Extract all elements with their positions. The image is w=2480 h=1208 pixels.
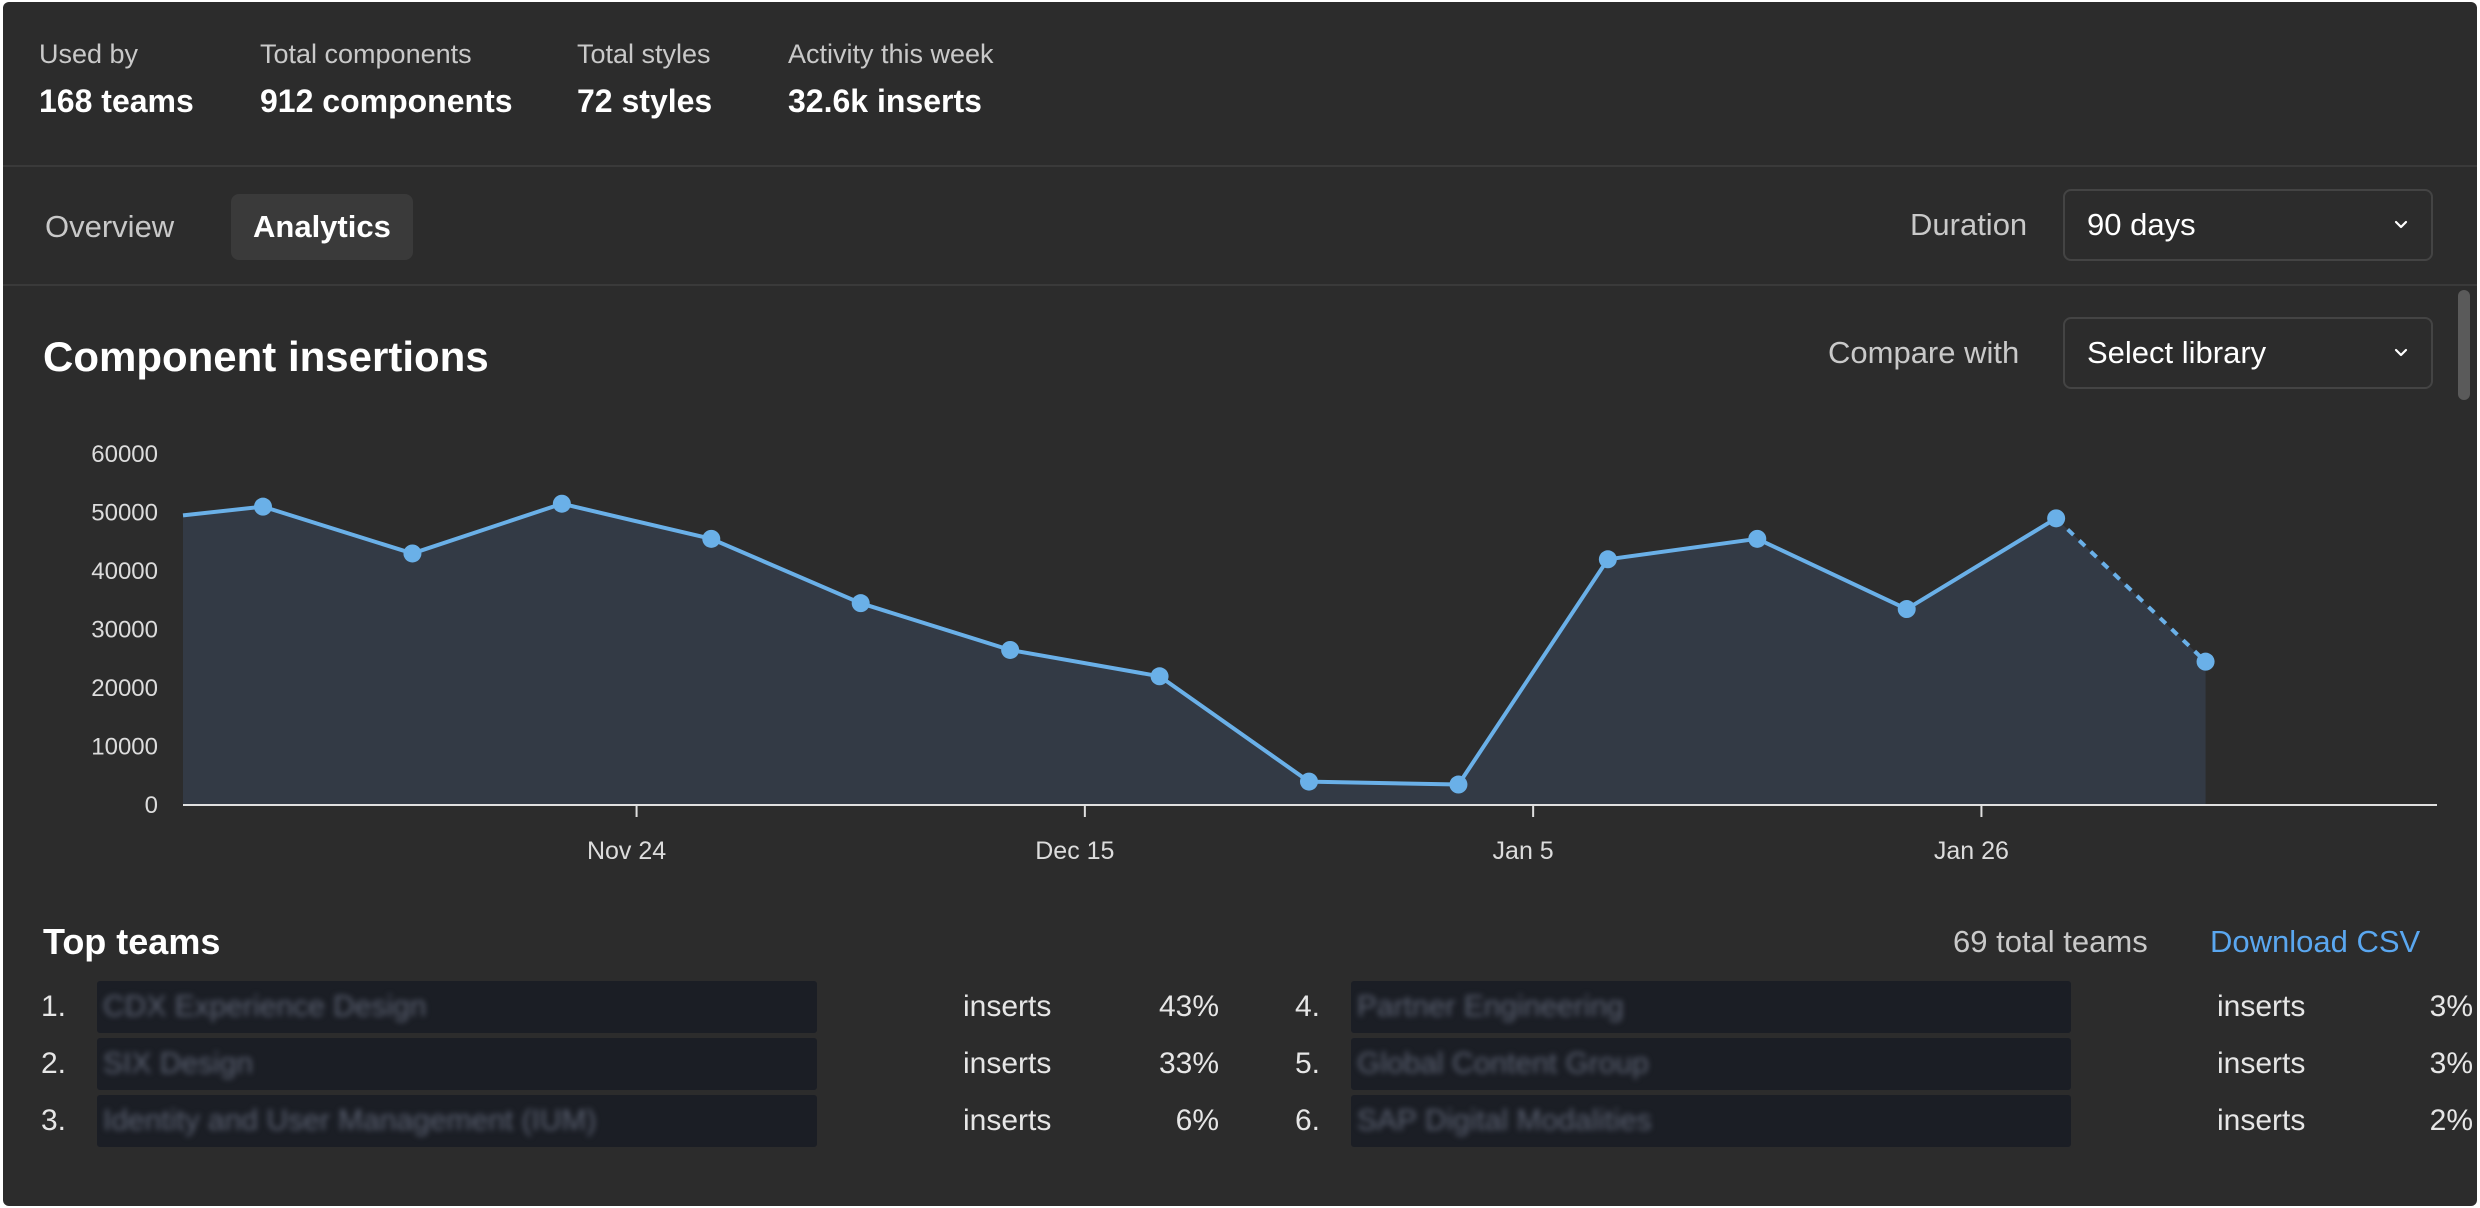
team-row: 3. Identity and User Management (IUM) inse…: [41, 1095, 1221, 1147]
data-point: [1598, 550, 1617, 569]
team-rank: 5.: [1295, 1047, 1321, 1080]
team-name-redacted: SIX Design: [97, 1038, 817, 1090]
team-rank: 3.: [41, 1104, 67, 1137]
stat-value: 72 styles: [577, 83, 713, 119]
duration-value: 90 days: [2087, 207, 2196, 242]
chevron-down-icon: [2394, 220, 2408, 229]
stat-total-styles: Total styles 72 styles: [577, 38, 712, 121]
compare-library-select[interactable]: Select library: [2063, 317, 2433, 389]
team-percentage: 6%: [1175, 1104, 1219, 1137]
team-percentage: 3%: [2429, 1047, 2473, 1080]
scrollbar-thumb[interactable]: [2458, 290, 2470, 400]
team-percentage: 2%: [2429, 1104, 2473, 1137]
stat-value: 32.6k inserts: [788, 83, 982, 119]
team-row: 6. SAP Digital Modalities inserts 2%: [1295, 1095, 2475, 1147]
stat-value: 168 teams: [39, 83, 194, 119]
team-name: Identity and User Management (IUM): [103, 1104, 597, 1137]
team-name-redacted: CDX Experience Design: [97, 981, 817, 1033]
team-metric-label: inserts: [963, 990, 1052, 1023]
team-metric-label: inserts: [2217, 1047, 2306, 1080]
team-row: 2. SIX Design inserts 33%: [41, 1038, 1221, 1090]
team-metric-label: inserts: [963, 1047, 1052, 1080]
stat-activity-week: Activity this week 32.6k inserts: [788, 38, 994, 121]
team-rank: 1.: [41, 990, 67, 1023]
y-tick-label: 40000: [91, 558, 158, 585]
team-name: SAP Digital Modalities: [1357, 1104, 1652, 1137]
duration-label: Duration: [1910, 207, 2028, 242]
y-tick-label: 50000: [91, 500, 158, 527]
stat-label: Total styles: [577, 39, 711, 69]
team-metric-label: inserts: [2217, 1104, 2306, 1137]
area-fill: [183, 503, 2206, 805]
tab-analytics[interactable]: Analytics: [231, 194, 413, 260]
team-rank: 4.: [1295, 990, 1321, 1023]
tab-overview[interactable]: Overview: [23, 194, 196, 260]
data-point: [1897, 600, 1916, 619]
y-tick-label: 30000: [91, 617, 158, 644]
data-point: [2047, 509, 2066, 528]
chevron-down-icon: [2394, 348, 2408, 357]
team-percentage: 43%: [1158, 990, 1219, 1023]
library-analytics-panel: Used by 168 teams Total components 912 c…: [3, 2, 2477, 1206]
stat-label: Used by: [39, 39, 139, 69]
insertions-chart: 0 10000 20000 30000 40000 50000 60000 Nov 24 De…: [91, 441, 2437, 865]
tabs-row: Overview Analytics Duration 90 days: [3, 167, 2477, 286]
compare-label: Compare with: [1828, 335, 2020, 370]
y-tick-label: 0: [145, 792, 158, 819]
data-point: [851, 594, 870, 613]
team-name-redacted: Partner Engineering: [1351, 981, 2071, 1033]
stat-total-components: Total components 912 components: [260, 38, 513, 121]
team-name: Partner Engineering: [1357, 990, 1624, 1023]
section-title: Component insertions: [43, 333, 489, 380]
data-point: [1001, 640, 1020, 659]
x-tick-label: Jan 26: [1934, 837, 2009, 865]
team-name-redacted: Global Content Group: [1351, 1038, 2071, 1090]
total-teams: 69 total teams: [1953, 924, 2148, 959]
y-tick-label: 10000: [91, 734, 158, 761]
team-metric-label: inserts: [2217, 990, 2306, 1023]
team-row: 1. CDX Experience Design inserts 43%: [41, 981, 1221, 1033]
data-point: [1449, 775, 1468, 794]
team-name-redacted: Identity and User Management (IUM): [97, 1095, 817, 1147]
team-name-redacted: SAP Digital Modalities: [1351, 1095, 2071, 1147]
area-layer: [183, 503, 2206, 805]
y-tick-label: 20000: [91, 675, 158, 702]
data-point: [2196, 652, 2215, 671]
team-metric-label: inserts: [963, 1104, 1052, 1137]
compare-value: Select library: [2087, 335, 2267, 370]
duration-select[interactable]: 90 days: [2063, 189, 2433, 261]
team-rank: 2.: [41, 1047, 67, 1080]
team-name: Global Content Group: [1357, 1047, 1649, 1080]
stat-label: Activity this week: [788, 39, 994, 69]
team-row: 4. Partner Engineering inserts 3%: [1295, 981, 2475, 1033]
team-percentage: 3%: [2429, 990, 2473, 1023]
download-csv-link[interactable]: Download CSV: [2210, 920, 2420, 964]
x-tick-label: Nov 24: [587, 837, 666, 865]
x-tick-label: Dec 15: [1035, 837, 1114, 865]
team-percentage: 33%: [1158, 1047, 1219, 1080]
team-row: 5. Global Content Group inserts 3%: [1295, 1038, 2475, 1090]
data-point: [1150, 667, 1169, 686]
top-teams-title: Top teams: [43, 921, 221, 962]
y-tick-label: 60000: [91, 441, 158, 468]
data-point: [254, 497, 272, 516]
stat-value: 912 components: [260, 83, 513, 119]
data-point: [552, 494, 571, 513]
team-rank: 6.: [1295, 1104, 1321, 1137]
x-axis: Nov 24 Dec 15 Jan 5 Jan 26: [183, 804, 2437, 865]
team-name: SIX Design: [103, 1047, 254, 1080]
stats-header: Used by 168 teams Total components 912 c…: [3, 2, 2477, 167]
stat-used-by: Used by 168 teams: [39, 38, 194, 121]
data-point: [403, 544, 422, 563]
stat-label: Total components: [260, 39, 472, 69]
team-name: CDX Experience Design: [103, 990, 427, 1023]
y-axis: 0 10000 20000 30000 40000 50000 60000: [91, 441, 158, 819]
data-point: [702, 529, 721, 548]
data-point: [1300, 772, 1318, 791]
x-tick-label: Jan 5: [1493, 837, 1554, 865]
data-point: [1748, 529, 1767, 548]
